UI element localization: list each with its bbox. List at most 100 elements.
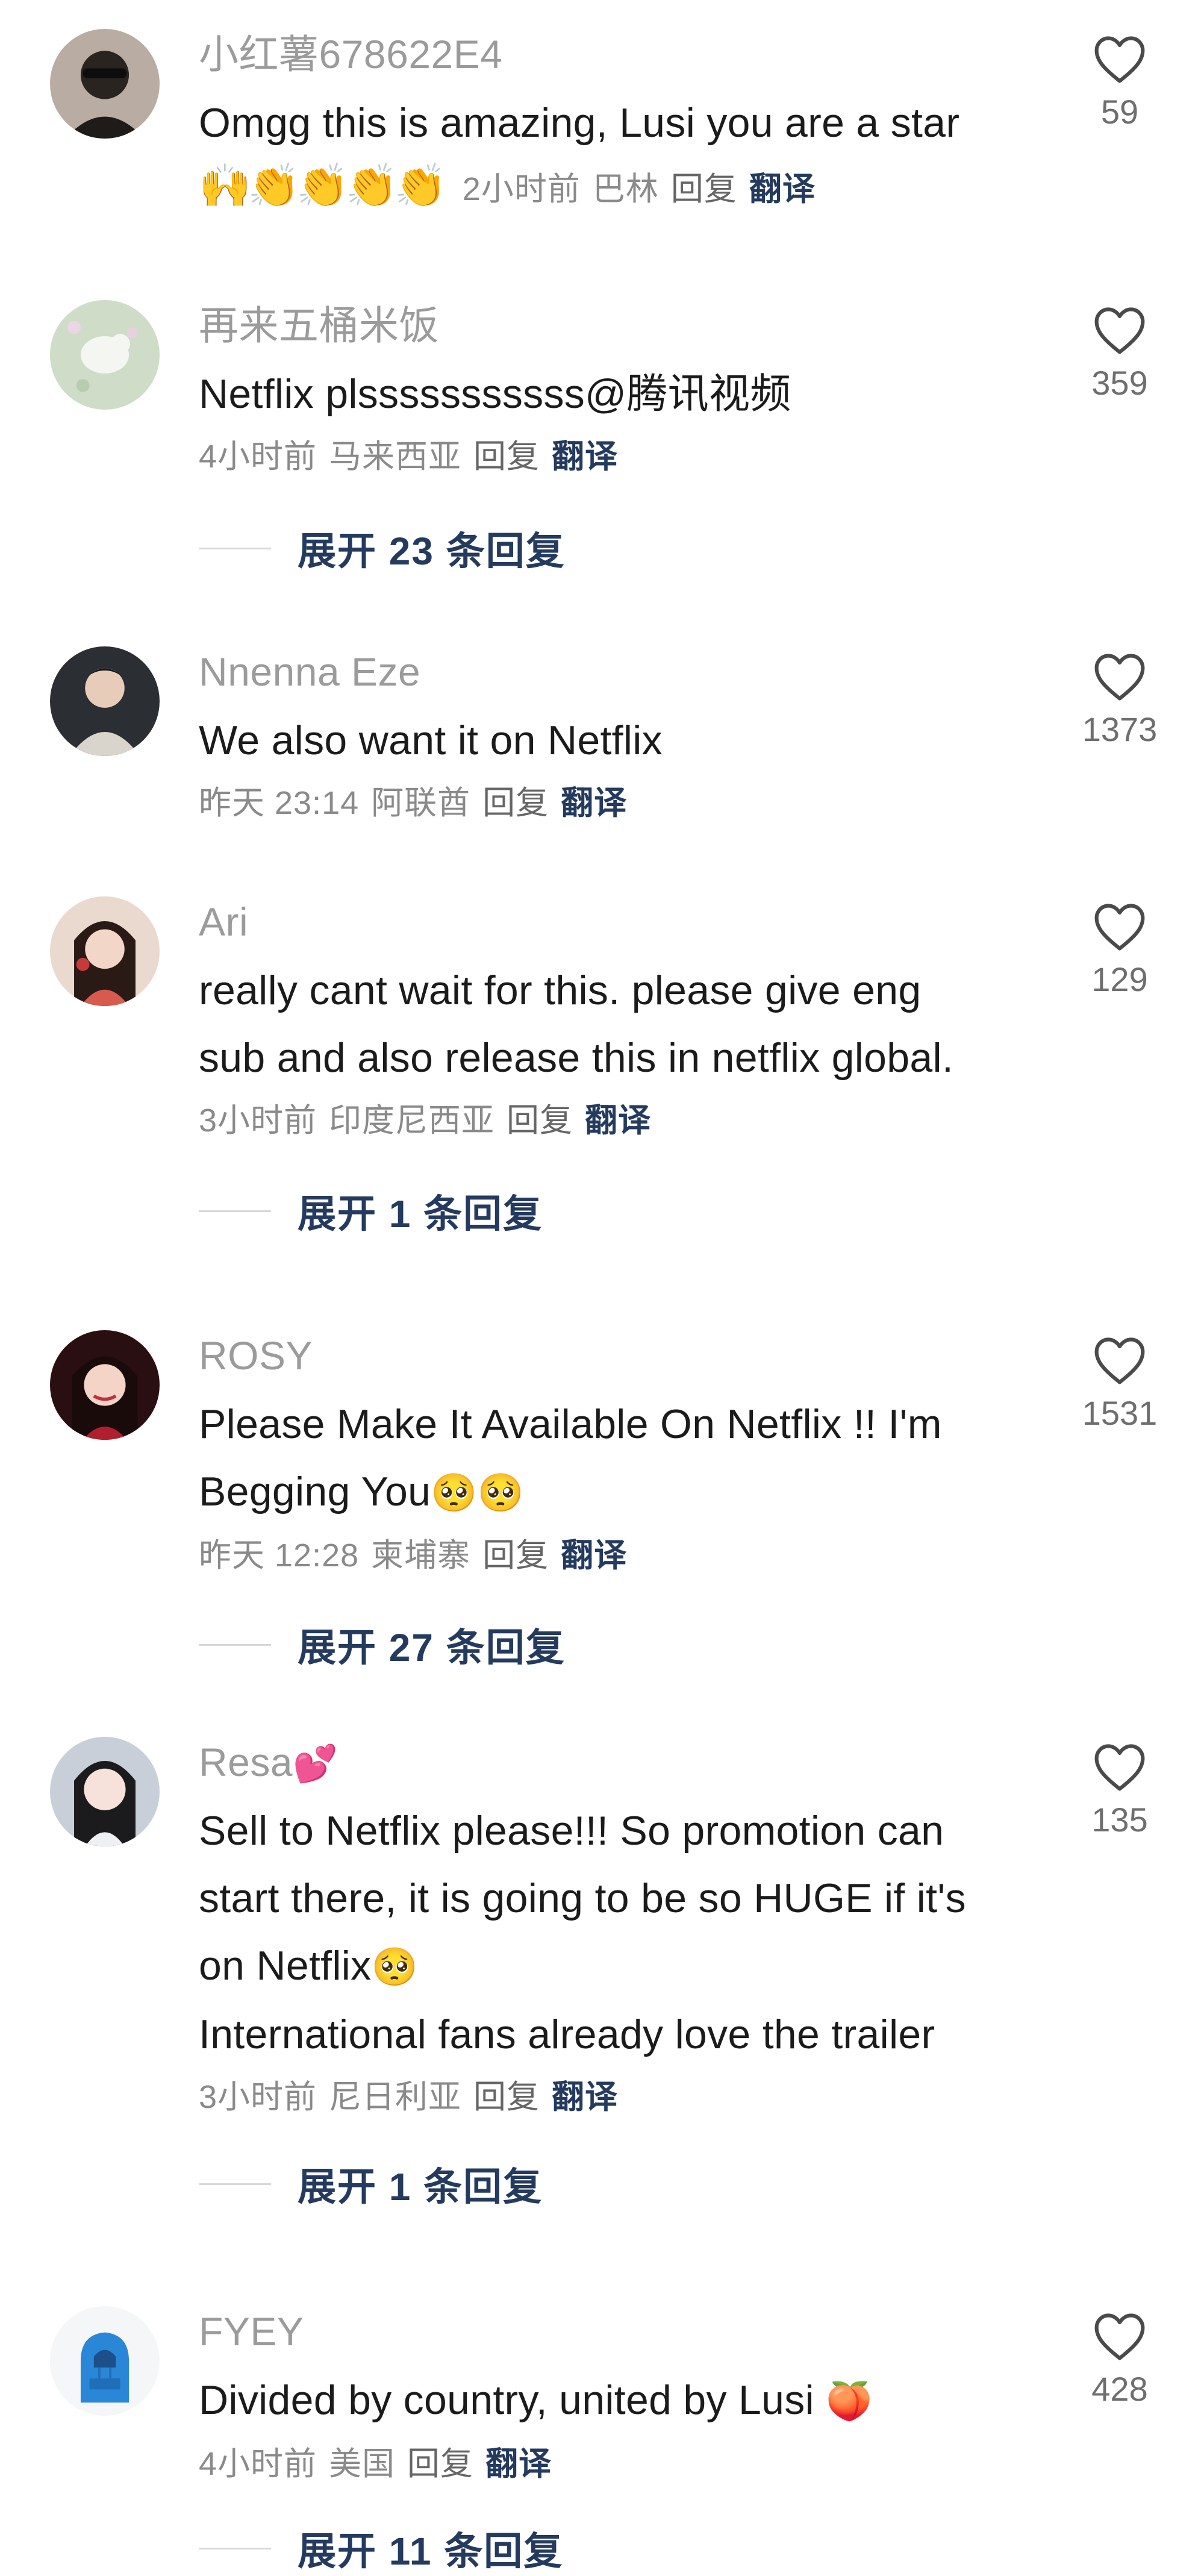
comment-text: Netflix plsssssssssss@腾讯视频 bbox=[199, 360, 1054, 428]
comment-text-line: really cant wait for this. please give e… bbox=[199, 968, 922, 1013]
comment-time: 3小时前 bbox=[199, 1102, 317, 1139]
heart-outline-icon bbox=[1094, 1337, 1145, 1384]
like-count: 135 bbox=[1091, 1801, 1148, 1839]
expand-replies-button[interactable]: 展开 11 条回复 bbox=[199, 2524, 563, 2573]
comment-text-line: Begging You bbox=[199, 1469, 431, 1515]
expand-replies-button[interactable]: 展开 27 条回复 bbox=[199, 1621, 566, 1669]
comment-text-line: Sell to Netflix please!!! So promotion c… bbox=[199, 1808, 944, 1854]
translate-button[interactable]: 翻译 bbox=[561, 785, 627, 821]
comment-time: 昨天 12:28 bbox=[199, 1537, 360, 1574]
avatar[interactable] bbox=[50, 1737, 160, 1846]
like-button[interactable]: 59 bbox=[1071, 33, 1168, 133]
reply-button[interactable]: 回复 bbox=[482, 785, 549, 821]
comment-text-line: start there, it is going to be so HUGE i… bbox=[199, 1875, 966, 1921]
like-count: 129 bbox=[1091, 960, 1148, 998]
comment-text: Omgg this is amazing, Lusi you are a sta… bbox=[199, 89, 1054, 157]
translate-button[interactable]: 翻译 bbox=[552, 439, 618, 475]
avatar[interactable] bbox=[50, 29, 160, 139]
heart-outline-icon bbox=[1094, 654, 1145, 701]
comment-time: 3小时前 bbox=[199, 2079, 317, 2115]
peach-emoji: 🍑 bbox=[826, 2379, 873, 2423]
comment-meta: 4小时前 美国 回复 翻译 bbox=[199, 2440, 1054, 2488]
emoji-row: 🙌👏👏👏👏 bbox=[199, 161, 447, 210]
avatar[interactable] bbox=[50, 1330, 160, 1440]
comment-text-line: Divided by country, united by Lusi bbox=[199, 2377, 814, 2423]
comment-text-line: International fans already love the trai… bbox=[199, 2012, 935, 2057]
username[interactable]: Ari bbox=[199, 898, 1054, 946]
comment-time: 昨天 23:14 bbox=[199, 785, 360, 821]
avatar[interactable] bbox=[50, 896, 160, 1006]
comment-meta: 昨天 23:14 阿联酋 回复 翻译 bbox=[199, 779, 1054, 827]
comment-text-line: sub and also release this in netflix glo… bbox=[199, 1035, 954, 1081]
expand-replies-label: 展开 23 条回复 bbox=[298, 530, 566, 573]
avatar[interactable] bbox=[50, 646, 160, 756]
comment-location: 印度尼西亚 bbox=[329, 1102, 495, 1139]
expand-replies-button[interactable]: 展开 23 条回复 bbox=[199, 524, 566, 573]
comment-location: 巴林 bbox=[592, 171, 659, 207]
comment-text-line: Please Make It Available On Netflix !! I… bbox=[199, 1401, 942, 1447]
username[interactable]: Nnenna Eze bbox=[199, 648, 1054, 696]
divider-line bbox=[199, 1643, 271, 1646]
comment-text: Sell to Netflix please!!! So promotion c… bbox=[199, 1797, 1054, 2068]
translate-button[interactable]: 翻译 bbox=[552, 2079, 618, 2115]
like-button[interactable]: 1373 bbox=[1071, 651, 1168, 751]
like-count: 1531 bbox=[1082, 1394, 1158, 1432]
divider-line bbox=[199, 2183, 271, 2185]
like-button[interactable]: 359 bbox=[1071, 304, 1168, 404]
expand-replies-label: 展开 11 条回复 bbox=[298, 2530, 564, 2573]
reply-button[interactable]: 回复 bbox=[482, 1537, 549, 1574]
divider-line bbox=[199, 1210, 271, 1212]
expand-replies-button[interactable]: 展开 1 条回复 bbox=[199, 2160, 543, 2209]
heart-outline-icon bbox=[1094, 904, 1145, 951]
heart-outline-icon bbox=[1094, 307, 1145, 354]
reply-button[interactable]: 回复 bbox=[671, 171, 737, 207]
like-button[interactable]: 428 bbox=[1071, 2310, 1168, 2410]
translate-button[interactable]: 翻译 bbox=[561, 1537, 627, 1574]
heart-outline-icon bbox=[1094, 36, 1145, 83]
like-button[interactable]: 1531 bbox=[1071, 1334, 1168, 1434]
username[interactable]: FYEY bbox=[199, 2307, 1054, 2356]
like-count: 1373 bbox=[1082, 710, 1158, 748]
avatar[interactable] bbox=[50, 2306, 160, 2416]
comment-text-line: We also want it on Netflix bbox=[199, 717, 663, 763]
username[interactable]: 小红薯678622E4 bbox=[199, 30, 1054, 78]
like-button[interactable]: 129 bbox=[1071, 901, 1168, 1001]
comment-time: 4小时前 bbox=[199, 2446, 317, 2482]
reply-button[interactable]: 回复 bbox=[473, 439, 540, 475]
pleading-face-emoji: 🥺🥺 bbox=[431, 1471, 525, 1515]
heart-outline-icon bbox=[1094, 1744, 1145, 1791]
translate-button[interactable]: 翻译 bbox=[749, 171, 816, 207]
reply-button[interactable]: 回复 bbox=[473, 2079, 540, 2115]
reply-button[interactable]: 回复 bbox=[507, 1102, 573, 1139]
comment-meta: 3小时前 印度尼西亚 回复 翻译 bbox=[199, 1096, 1054, 1145]
username[interactable]: 再来五桶米饭 bbox=[199, 301, 1054, 349]
comment-location: 马来西亚 bbox=[329, 439, 462, 475]
comment-location: 阿联酋 bbox=[371, 785, 471, 821]
divider-line bbox=[199, 2547, 271, 2549]
username[interactable]: ROSY bbox=[199, 1331, 1054, 1380]
comment-meta: 昨天 12:28 柬埔寨 回复 翻译 bbox=[199, 1531, 1054, 1580]
avatar[interactable] bbox=[50, 300, 160, 410]
divider-line bbox=[199, 547, 271, 549]
comment-location: 美国 bbox=[329, 2446, 396, 2482]
comment-location: 尼日利亚 bbox=[329, 2079, 462, 2115]
comment-text-line: Omgg this is amazing, Lusi you are a sta… bbox=[199, 100, 960, 146]
pleading-face-emoji: 🥺 bbox=[371, 1945, 418, 1989]
heart-outline-icon bbox=[1094, 2313, 1145, 2360]
like-button[interactable]: 135 bbox=[1071, 1741, 1168, 1841]
like-count: 359 bbox=[1091, 364, 1148, 402]
comment-text: Divided by country, united by Lusi 🍑 bbox=[199, 2366, 1054, 2435]
username[interactable]: Resa💕 bbox=[199, 1738, 1054, 1786]
translate-button[interactable]: 翻译 bbox=[585, 1102, 651, 1139]
translate-button[interactable]: 翻译 bbox=[485, 2446, 552, 2482]
comment-text: Please Make It Available On Netflix !! I… bbox=[199, 1390, 1054, 1527]
username-text: Resa bbox=[199, 1740, 293, 1784]
comment-meta: 🙌👏👏👏👏 2小时前 巴林 回复 翻译 bbox=[199, 161, 1054, 213]
expand-replies-label: 展开 1 条回复 bbox=[298, 2165, 543, 2209]
expand-replies-button[interactable]: 展开 1 条回复 bbox=[199, 1187, 543, 1236]
reply-button[interactable]: 回复 bbox=[407, 2446, 473, 2482]
comment-meta: 4小时前 马来西亚 回复 翻译 bbox=[199, 433, 1054, 481]
comment-text: really cant wait for this. please give e… bbox=[199, 957, 1054, 1092]
expand-replies-label: 展开 1 条回复 bbox=[298, 1192, 543, 1236]
two-hearts-emoji: 💕 bbox=[293, 1743, 338, 1785]
